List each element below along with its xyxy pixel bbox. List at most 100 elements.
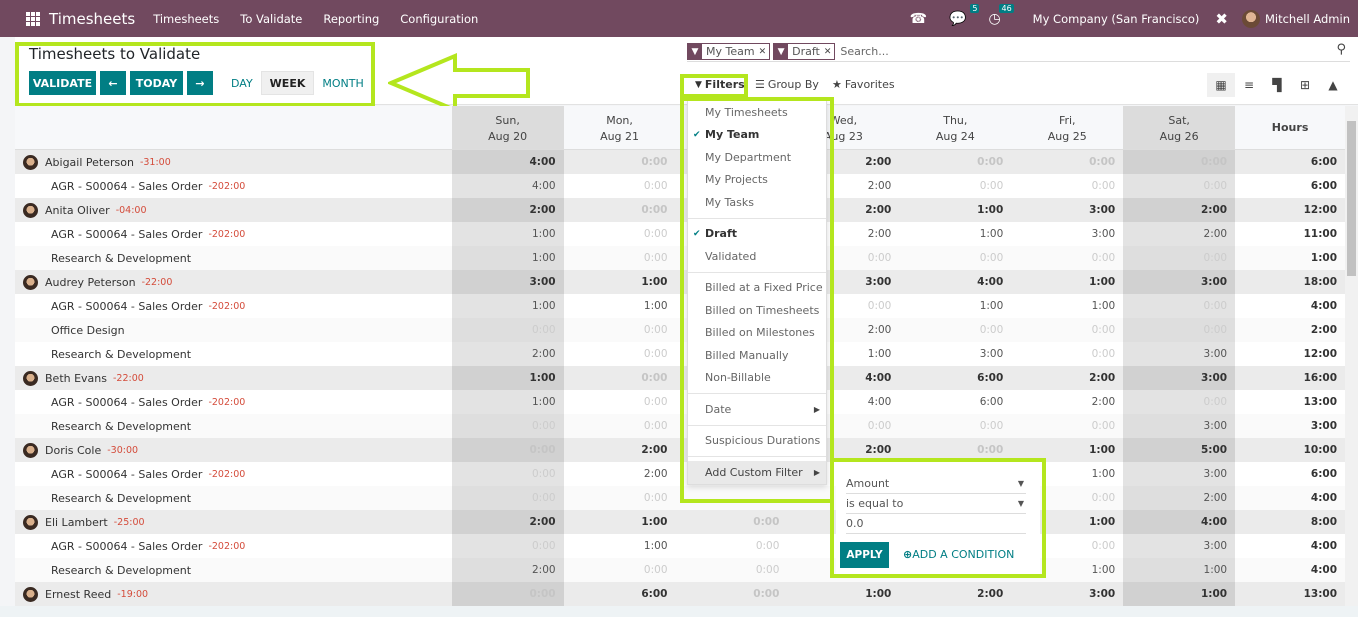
row-label[interactable]: Doris Cole [45,444,101,457]
hours-cell[interactable]: 0:00 [564,390,676,414]
hours-cell[interactable]: 1:00 [451,246,564,270]
hours-cell[interactable]: 2:00 [564,462,676,486]
hours-cell[interactable]: 0:00 [1123,318,1236,342]
row-label[interactable]: Office Design [51,324,125,337]
company-switcher[interactable]: My Company (San Francisco) [1033,12,1200,26]
row-label[interactable]: Eli Lambert [45,516,108,529]
hours-cell[interactable]: 0:00 [1123,294,1236,318]
hours-cell[interactable]: 1:00 [564,534,676,558]
row-label[interactable]: Research & Development [51,252,191,265]
hours-cell[interactable]: 0:00 [451,462,564,486]
remove-facet-icon[interactable]: ✕ [759,47,770,57]
hours-cell[interactable]: 0:00 [676,534,788,558]
grid-scrollbar[interactable] [1345,106,1358,606]
user-menu[interactable]: Mitchell Admin [1265,12,1350,26]
row-label[interactable]: Research & Development [51,420,191,433]
hours-cell[interactable]: 0:00 [1011,318,1123,342]
hours-cell[interactable]: 2:00 [1123,486,1236,510]
hours-cell[interactable]: 0:00 [564,318,676,342]
graph-view-icon[interactable]: ▲ [1319,73,1347,97]
hours-cell[interactable]: 0:00 [564,246,676,270]
hours-cell[interactable]: 0:00 [899,318,1011,342]
hours-cell[interactable]: 1:00 [1011,294,1123,318]
hours-cell[interactable]: 1:00 [1123,558,1236,582]
row-label[interactable]: AGR - S00064 - Sales Order [51,180,202,193]
remove-facet-icon[interactable]: ✕ [824,47,835,57]
row-label[interactable]: AGR - S00064 - Sales Order [51,228,202,241]
hours-cell[interactable]: 2:00 [1011,390,1123,414]
groupby-toggle[interactable]: ☰ Group By [755,78,819,91]
hours-cell[interactable]: 0:00 [564,486,676,510]
grid-view-icon[interactable]: ▦ [1207,73,1235,97]
hours-cell[interactable]: 1:00 [451,222,564,246]
hours-cell[interactable]: 0:00 [1123,246,1236,270]
hours-cell[interactable]: 0:00 [899,246,1011,270]
hours-cell[interactable]: 3:00 [899,342,1011,366]
row-label[interactable]: AGR - S00064 - Sales Order [51,300,202,313]
row-label[interactable]: Research & Development [51,564,191,577]
list-view-icon[interactable]: ≡ [1235,73,1263,97]
hours-cell[interactable]: 2:00 [451,558,564,582]
app-title[interactable]: Timesheets [49,10,135,28]
hours-cell[interactable]: 0:00 [1011,246,1123,270]
kanban-view-icon[interactable]: ▜ [1263,73,1291,97]
hours-cell[interactable]: 3:00 [1123,534,1236,558]
hours-cell[interactable]: 3:00 [1123,462,1236,486]
hours-cell[interactable]: 0:00 [451,486,564,510]
hours-cell[interactable]: 0:00 [1011,342,1123,366]
hours-cell[interactable]: 4:00 [451,174,564,198]
activities-icon[interactable]: ◷ 46 [988,3,1014,27]
row-label[interactable]: Research & Development [51,348,191,361]
menu-configuration[interactable]: Configuration [400,12,478,26]
hours-cell[interactable]: 0:00 [564,414,676,438]
hours-cell[interactable]: 3:00 [1123,342,1236,366]
menu-timesheets[interactable]: Timesheets [153,12,219,26]
hours-cell[interactable]: 3:00 [1123,414,1236,438]
search-icon[interactable]: ⚲ [1336,42,1346,57]
hours-cell[interactable]: 0:00 [1123,174,1236,198]
row-label[interactable]: Research & Development [51,492,191,505]
hours-cell[interactable]: 0:00 [451,318,564,342]
row-label[interactable]: AGR - S00064 - Sales Order [51,468,202,481]
favorites-toggle[interactable]: ★ Favorites [832,78,895,91]
hours-cell[interactable]: 0:00 [1011,174,1123,198]
facet-draft[interactable]: ▼ Draft ✕ [773,43,836,60]
hours-cell[interactable]: 0:00 [564,174,676,198]
hours-cell[interactable]: 0:00 [451,414,564,438]
menu-to-validate[interactable]: To Validate [240,12,302,26]
hours-cell[interactable]: 2:00 [1123,222,1236,246]
hours-cell[interactable]: 0:00 [564,342,676,366]
pivot-view-icon[interactable]: ⊞ [1291,73,1319,97]
hours-cell[interactable]: 0:00 [1123,390,1236,414]
search-bar[interactable]: ▼ My Team ✕ ▼ Draft ✕ Search... ⚲ [687,42,1350,62]
hours-cell[interactable]: 0:00 [564,558,676,582]
hours-cell[interactable]: 1:00 [451,294,564,318]
row-label[interactable]: Abigail Peterson [45,156,134,169]
hours-cell[interactable]: 0:00 [899,174,1011,198]
hours-cell[interactable]: 1:00 [899,222,1011,246]
messages-icon[interactable]: 💬 5 [949,3,980,27]
row-label[interactable]: Beth Evans [45,372,107,385]
hours-cell[interactable]: 0:00 [451,534,564,558]
row-label[interactable]: AGR - S00064 - Sales Order [51,396,202,409]
hours-cell[interactable]: 0:00 [899,414,1011,438]
row-label[interactable]: Ernest Reed [45,588,111,601]
apps-menu-icon[interactable] [26,11,40,26]
hours-cell[interactable]: 6:00 [899,390,1011,414]
hours-cell[interactable]: 3:00 [1011,222,1123,246]
facet-my-team[interactable]: ▼ My Team ✕ [687,43,771,60]
user-avatar[interactable] [1241,9,1260,28]
debug-tools-icon[interactable]: ✖ [1215,10,1228,28]
phone-icon[interactable]: ☎ [910,11,927,27]
hours-cell[interactable]: 1:00 [899,294,1011,318]
hours-cell[interactable]: 1:00 [564,294,676,318]
hours-cell[interactable]: 1:00 [451,390,564,414]
menu-reporting[interactable]: Reporting [323,12,379,26]
hours-cell[interactable]: 0:00 [1011,414,1123,438]
row-label[interactable]: Anita Oliver [45,204,110,217]
hours-cell[interactable]: 0:00 [564,222,676,246]
search-input[interactable]: Search... [840,45,888,58]
hours-cell[interactable]: 0:00 [676,558,788,582]
row-label[interactable]: Audrey Peterson [45,276,136,289]
hours-cell[interactable]: 2:00 [451,342,564,366]
